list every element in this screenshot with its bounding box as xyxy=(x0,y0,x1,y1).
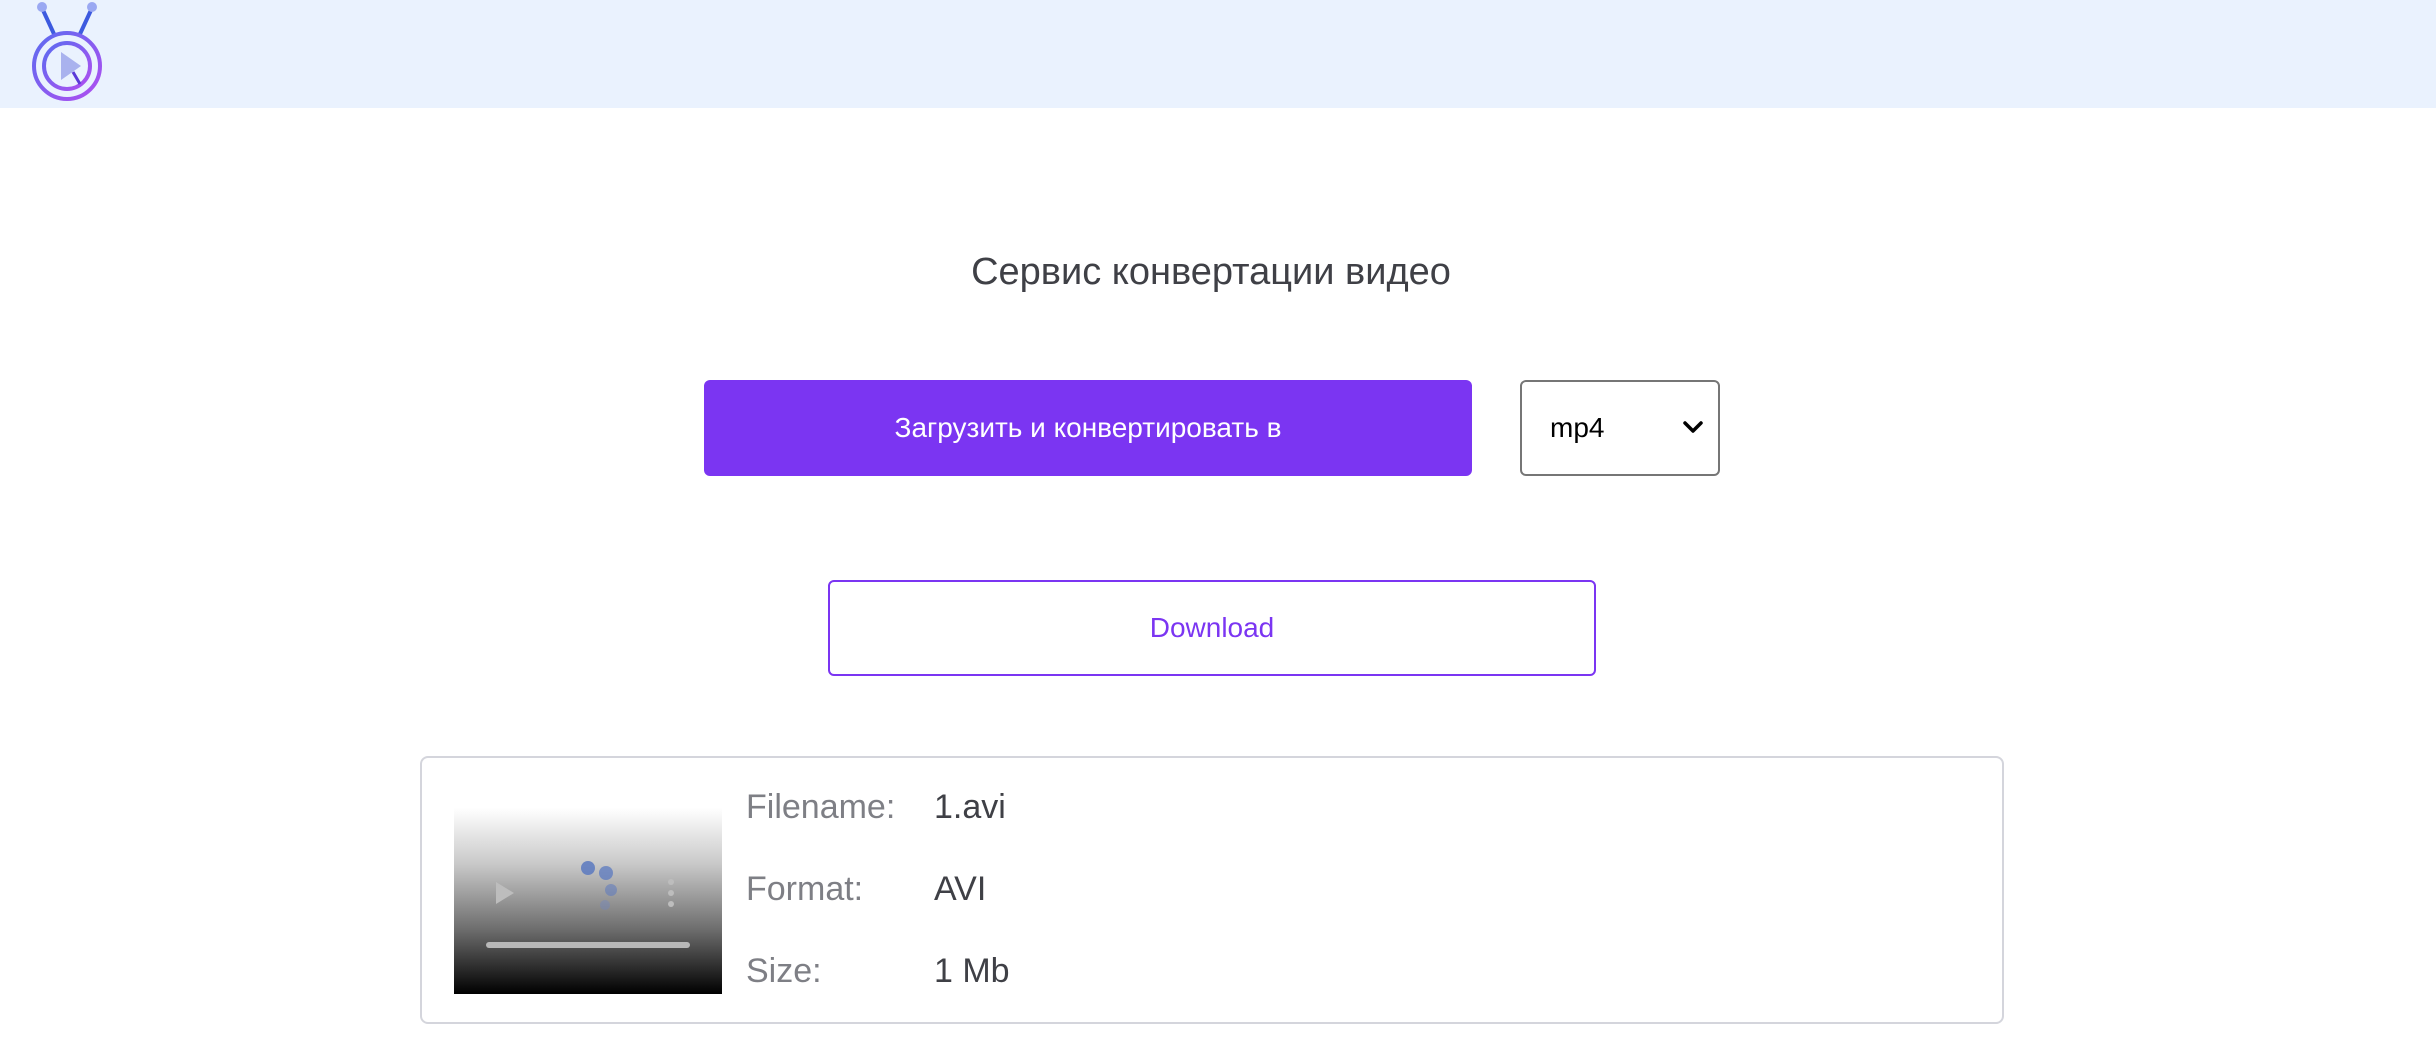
loading-spinner-icon xyxy=(581,861,595,875)
header-bar xyxy=(0,0,2436,108)
page-title: Сервис конвертации видео xyxy=(971,251,1451,293)
format-value: AVI xyxy=(934,870,987,908)
size-value: 1 Mb xyxy=(934,952,1010,990)
tv-logo-icon[interactable] xyxy=(28,0,108,104)
format-label: Format: xyxy=(746,870,864,908)
chevron-down-icon xyxy=(1683,421,1703,433)
progress-track xyxy=(486,942,690,948)
size-label: Size: xyxy=(746,952,822,990)
file-info-card: Filename: 1.avi Format: AVI Size: 1 Mb xyxy=(420,756,2004,1024)
format-select-value: mp4 xyxy=(1550,412,1605,443)
download-button[interactable]: Download xyxy=(828,580,1596,676)
upload-convert-button[interactable]: Загрузить и конвертировать в xyxy=(704,380,1472,476)
filename-label: Filename: xyxy=(746,788,896,826)
filename-value: 1.avi xyxy=(934,788,1006,826)
video-thumbnail[interactable] xyxy=(454,808,722,994)
play-icon xyxy=(496,882,514,904)
more-options-icon xyxy=(668,879,674,885)
format-select[interactable]: mp4 xyxy=(1520,380,1720,476)
